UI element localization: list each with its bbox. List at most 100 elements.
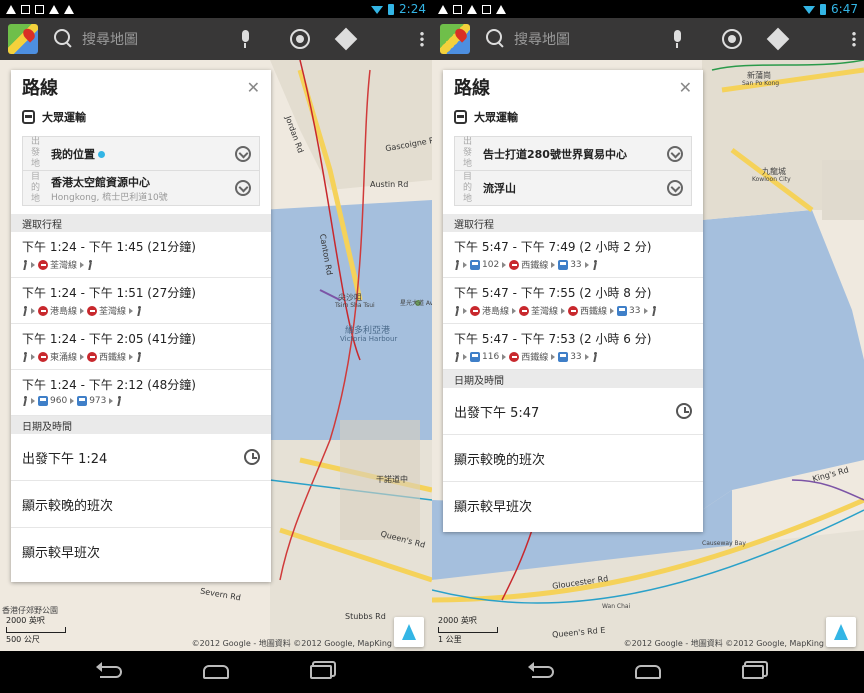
directions-panel: 路線 ✕ 大眾運輸 出發地 告士打道280號世界貿易中心 目的地 流浮山 選取行… xyxy=(443,70,703,532)
chevron-right-icon xyxy=(502,353,507,360)
map-label-avenue: 星光大道 Avenue xyxy=(400,300,432,307)
chevron-right-icon xyxy=(584,353,589,360)
trip-time: 下午 5:47 - 下午 7:53 (2 小時 6 分) xyxy=(454,332,652,346)
notification-icons xyxy=(6,4,74,14)
origin-value: 我的位置 xyxy=(51,147,95,161)
show-earlier-button[interactable]: 顯示較早班次 xyxy=(443,482,703,529)
mtr-icon xyxy=(519,305,530,316)
directions-icon[interactable] xyxy=(766,27,790,51)
origin-field[interactable]: 出發地 告士打道280號世界貿易中心 xyxy=(455,137,691,171)
trip-option[interactable]: 下午 1:24 - 下午 2:05 (41分鐘) 東涌線 西鐵線 xyxy=(11,324,271,370)
microphone-icon[interactable] xyxy=(672,30,682,48)
maps-logo-icon[interactable] xyxy=(440,24,470,54)
trip-option[interactable]: 下午 1:24 - 下午 1:45 (21分鐘) 荃灣線 xyxy=(11,232,271,278)
maps-logo-icon[interactable] xyxy=(8,24,38,54)
recents-icon[interactable] xyxy=(309,665,332,679)
chevron-down-icon[interactable] xyxy=(667,145,683,162)
close-icon[interactable]: ✕ xyxy=(679,78,692,97)
trip-legs: 960 973 xyxy=(22,396,260,406)
warning-icon xyxy=(49,4,59,14)
transit-mode[interactable]: 大眾運輸 xyxy=(11,104,271,130)
depart-time-row[interactable]: 出發下午 5:47 xyxy=(443,388,703,435)
home-icon[interactable] xyxy=(634,665,661,679)
chevron-right-icon xyxy=(109,398,114,404)
trip-option[interactable]: 下午 5:47 - 下午 7:55 (2 小時 8 分) 港島線 荃灣線 西鐵線 33 xyxy=(443,278,703,324)
trip-list: 下午 1:24 - 下午 1:45 (21分鐘) 荃灣線 下午 1:24 - 下午 … xyxy=(11,232,271,416)
mtr-icon xyxy=(87,305,98,316)
search-icon[interactable] xyxy=(486,29,506,49)
mtr-icon xyxy=(38,305,48,316)
trip-option[interactable]: 下午 1:24 - 下午 1:51 (27分鐘) 港島線 荃灣線 xyxy=(11,278,271,324)
scale-metric: 500 公尺 xyxy=(6,635,40,644)
overflow-menu-icon[interactable] xyxy=(852,31,856,47)
depart-time-row[interactable]: 出發下午 1:24 xyxy=(11,434,271,481)
show-earlier-button[interactable]: 顯示較早班次 xyxy=(11,528,271,575)
notification-icons xyxy=(438,4,506,14)
show-later-button[interactable]: 顯示較晚的班次 xyxy=(11,481,271,528)
recents-icon[interactable] xyxy=(741,665,764,679)
origin-field[interactable]: 出發地 我的位置 xyxy=(23,137,259,171)
back-icon[interactable] xyxy=(96,662,123,678)
panel-title: 路線 xyxy=(22,78,58,99)
map-copyright: ©2012 Google - 地圖資料 ©2012 Google, MapKin… xyxy=(623,639,824,648)
system-nav-bar xyxy=(432,651,864,693)
destination-field[interactable]: 目的地 流浮山 xyxy=(455,171,691,205)
home-icon[interactable] xyxy=(202,665,229,679)
trip-option[interactable]: 下午 1:24 - 下午 2:12 (48分鐘) 960 973 xyxy=(11,370,271,416)
scale-metric: 1 公里 xyxy=(438,635,462,644)
chevron-right-icon xyxy=(463,261,467,268)
chevron-down-icon[interactable] xyxy=(235,180,251,196)
chevron-right-icon xyxy=(463,353,467,360)
leg-label: 西鐵線 xyxy=(99,353,127,363)
my-location-icon[interactable] xyxy=(722,29,742,49)
chevron-down-icon[interactable] xyxy=(667,180,683,196)
my-location-icon[interactable] xyxy=(290,29,310,49)
directions-icon[interactable] xyxy=(334,27,358,51)
scale-imperial: 2000 英呎 xyxy=(6,616,45,625)
map-label-connaught: 干諾道中 xyxy=(376,475,408,484)
status-bar: 6:47 xyxy=(432,0,864,18)
microphone-icon[interactable] xyxy=(240,30,250,48)
origin-key: 出發地 xyxy=(31,137,41,169)
chevron-right-icon xyxy=(584,261,589,268)
transit-mode[interactable]: 大眾運輸 xyxy=(443,104,703,130)
trip-time: 下午 1:24 - 下午 1:45 (21分鐘) xyxy=(22,240,196,254)
bus-icon xyxy=(454,110,467,124)
origin-key: 出發地 xyxy=(463,137,473,169)
search-input[interactable]: 搜尋地圖 xyxy=(514,29,664,49)
trip-legs: 港島線 荃灣線 西鐵線 33 xyxy=(454,304,692,317)
chevron-right-icon xyxy=(80,353,85,360)
chevron-down-icon[interactable] xyxy=(235,145,251,162)
walk-icon xyxy=(454,351,460,362)
walk-icon xyxy=(454,259,460,270)
trip-option[interactable]: 下午 5:47 - 下午 7:49 (2 小時 2 分) 102 西鐵線 33 xyxy=(443,232,703,278)
mtr-icon xyxy=(38,351,48,362)
navigation-button[interactable] xyxy=(826,617,856,647)
back-icon[interactable] xyxy=(528,662,555,678)
chevron-right-icon xyxy=(551,353,556,360)
origin-destination-box: 出發地 告士打道280號世界貿易中心 目的地 流浮山 xyxy=(454,136,692,206)
clock-icon xyxy=(676,403,692,419)
trip-legs: 116 西鐵線 33 xyxy=(454,350,692,363)
depart-time: 出發下午 5:47 xyxy=(454,405,540,421)
navigation-button[interactable] xyxy=(394,617,424,647)
map-label-stubbs: Stubbs Rd xyxy=(345,612,386,621)
chevron-right-icon xyxy=(80,307,85,314)
my-location-dot-icon xyxy=(98,150,105,158)
search-icon[interactable] xyxy=(54,29,74,49)
chevron-right-icon xyxy=(80,261,85,268)
search-input[interactable]: 搜尋地圖 xyxy=(82,29,232,49)
trip-list: 下午 5:47 - 下午 7:49 (2 小時 2 分) 102 西鐵線 33 下午 5… xyxy=(443,232,703,370)
show-later-button[interactable]: 顯示較晚的班次 xyxy=(443,435,703,482)
destination-field[interactable]: 目的地 香港太空館資源中心 Hongkong, 梳士巴利道10號 xyxy=(23,171,259,205)
leg-label: 東涌線 xyxy=(50,353,78,363)
trip-option[interactable]: 下午 5:47 - 下午 7:53 (2 小時 6 分) 116 西鐵線 33 xyxy=(443,324,703,370)
mtr-icon xyxy=(470,305,480,316)
bus-icon xyxy=(470,351,480,362)
chevron-right-icon xyxy=(31,261,35,268)
overflow-menu-icon[interactable] xyxy=(420,31,424,47)
chevron-right-icon xyxy=(463,307,467,314)
trip-time: 下午 5:47 - 下午 7:49 (2 小時 2 分) xyxy=(454,240,652,254)
warning-icon xyxy=(64,4,74,14)
close-icon[interactable]: ✕ xyxy=(247,78,260,97)
